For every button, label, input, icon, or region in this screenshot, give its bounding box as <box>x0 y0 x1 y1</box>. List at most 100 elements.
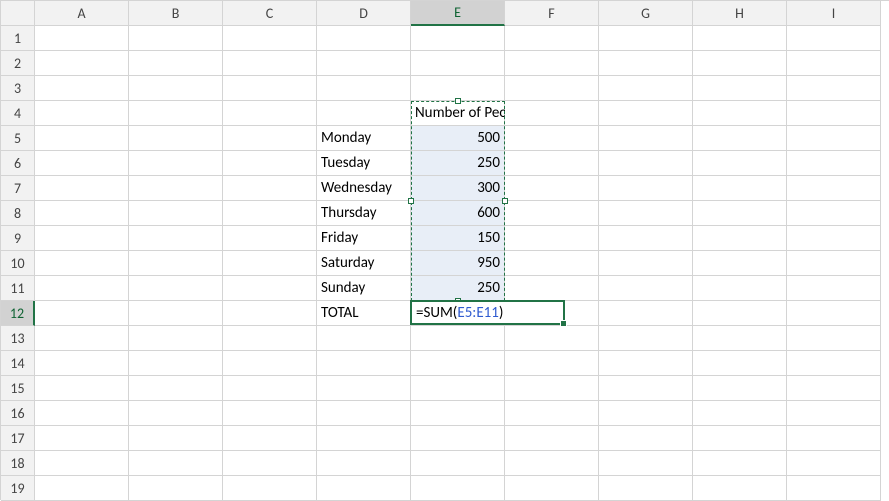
cell-B15[interactable] <box>129 376 223 401</box>
cell-H2[interactable] <box>693 51 787 76</box>
cell-I6[interactable] <box>787 151 881 176</box>
select-all-corner[interactable] <box>1 1 35 26</box>
cell-F9[interactable] <box>505 226 599 251</box>
cell-E8[interactable]: 600 <box>411 201 505 226</box>
cell-E17[interactable] <box>411 426 505 451</box>
cell-E16[interactable] <box>411 401 505 426</box>
row-header-14[interactable]: 14 <box>1 351 35 376</box>
cell-B17[interactable] <box>129 426 223 451</box>
cell-F10[interactable] <box>505 251 599 276</box>
cell-A12[interactable] <box>35 301 129 326</box>
cell-E4[interactable]: Number of People <box>411 101 505 126</box>
cell-C15[interactable] <box>223 376 317 401</box>
cell-I4[interactable] <box>787 101 881 126</box>
cell-A6[interactable] <box>35 151 129 176</box>
cell-H11[interactable] <box>693 276 787 301</box>
cell-A2[interactable] <box>35 51 129 76</box>
cell-I7[interactable] <box>787 176 881 201</box>
cell-D17[interactable] <box>317 426 411 451</box>
cell-C1[interactable] <box>223 26 317 51</box>
cell-A9[interactable] <box>35 226 129 251</box>
cell-H16[interactable] <box>693 401 787 426</box>
selection-handle[interactable] <box>408 198 414 204</box>
cell-A5[interactable] <box>35 126 129 151</box>
row-header-5[interactable]: 5 <box>1 126 35 151</box>
cell-D11[interactable]: Sunday <box>317 276 411 301</box>
cell-D4[interactable] <box>317 101 411 126</box>
spreadsheet-grid[interactable]: ABCDEFGHI1234Number of People5Monday5006… <box>0 0 889 500</box>
cell-A18[interactable] <box>35 451 129 476</box>
fill-handle[interactable] <box>560 320 567 327</box>
cell-G11[interactable] <box>599 276 693 301</box>
row-header-11[interactable]: 11 <box>1 276 35 301</box>
cell-G14[interactable] <box>599 351 693 376</box>
cell-F15[interactable] <box>505 376 599 401</box>
cell-H5[interactable] <box>693 126 787 151</box>
cell-G12[interactable] <box>599 301 693 326</box>
cell-G6[interactable] <box>599 151 693 176</box>
cell-I1[interactable] <box>787 26 881 51</box>
cell-I13[interactable] <box>787 326 881 351</box>
cell-C14[interactable] <box>223 351 317 376</box>
cell-B12[interactable] <box>129 301 223 326</box>
cell-E5[interactable]: 500 <box>411 126 505 151</box>
row-header-15[interactable]: 15 <box>1 376 35 401</box>
cell-C9[interactable] <box>223 226 317 251</box>
cell-H9[interactable] <box>693 226 787 251</box>
cell-B4[interactable] <box>129 101 223 126</box>
row-header-8[interactable]: 8 <box>1 201 35 226</box>
cell-D7[interactable]: Wednesday <box>317 176 411 201</box>
cell-A13[interactable] <box>35 326 129 351</box>
column-header-C[interactable]: C <box>223 1 317 26</box>
cell-C10[interactable] <box>223 251 317 276</box>
cell-A8[interactable] <box>35 201 129 226</box>
cell-D5[interactable]: Monday <box>317 126 411 151</box>
cell-F18[interactable] <box>505 451 599 476</box>
cell-D16[interactable] <box>317 401 411 426</box>
cell-I2[interactable] <box>787 51 881 76</box>
cell-E18[interactable] <box>411 451 505 476</box>
cell-G15[interactable] <box>599 376 693 401</box>
cell-G17[interactable] <box>599 426 693 451</box>
cell-I15[interactable] <box>787 376 881 401</box>
cell-G2[interactable] <box>599 51 693 76</box>
row-header-6[interactable]: 6 <box>1 151 35 176</box>
cell-F17[interactable] <box>505 426 599 451</box>
cell-G4[interactable] <box>599 101 693 126</box>
cell-G1[interactable] <box>599 26 693 51</box>
cell-A19[interactable] <box>35 476 129 501</box>
cell-E14[interactable] <box>411 351 505 376</box>
cell-C8[interactable] <box>223 201 317 226</box>
cell-E7[interactable]: 300 <box>411 176 505 201</box>
cell-F3[interactable] <box>505 76 599 101</box>
cell-B9[interactable] <box>129 226 223 251</box>
cell-D3[interactable] <box>317 76 411 101</box>
cell-B5[interactable] <box>129 126 223 151</box>
cell-I5[interactable] <box>787 126 881 151</box>
row-header-2[interactable]: 2 <box>1 51 35 76</box>
selection-handle[interactable] <box>455 98 461 104</box>
cell-F1[interactable] <box>505 26 599 51</box>
cell-A4[interactable] <box>35 101 129 126</box>
cell-H1[interactable] <box>693 26 787 51</box>
cell-F6[interactable] <box>505 151 599 176</box>
row-header-13[interactable]: 13 <box>1 326 35 351</box>
cell-D8[interactable]: Thursday <box>317 201 411 226</box>
cell-H6[interactable] <box>693 151 787 176</box>
cell-E6[interactable]: 250 <box>411 151 505 176</box>
cell-H7[interactable] <box>693 176 787 201</box>
row-header-3[interactable]: 3 <box>1 76 35 101</box>
cell-B7[interactable] <box>129 176 223 201</box>
row-header-7[interactable]: 7 <box>1 176 35 201</box>
cell-C11[interactable] <box>223 276 317 301</box>
cell-E19[interactable] <box>411 476 505 501</box>
cell-H3[interactable] <box>693 76 787 101</box>
cell-A7[interactable] <box>35 176 129 201</box>
column-header-E[interactable]: E <box>411 1 505 26</box>
cell-C4[interactable] <box>223 101 317 126</box>
cell-A16[interactable] <box>35 401 129 426</box>
cell-D12[interactable]: TOTAL <box>317 301 411 326</box>
cell-F8[interactable] <box>505 201 599 226</box>
cell-C6[interactable] <box>223 151 317 176</box>
cell-A17[interactable] <box>35 426 129 451</box>
